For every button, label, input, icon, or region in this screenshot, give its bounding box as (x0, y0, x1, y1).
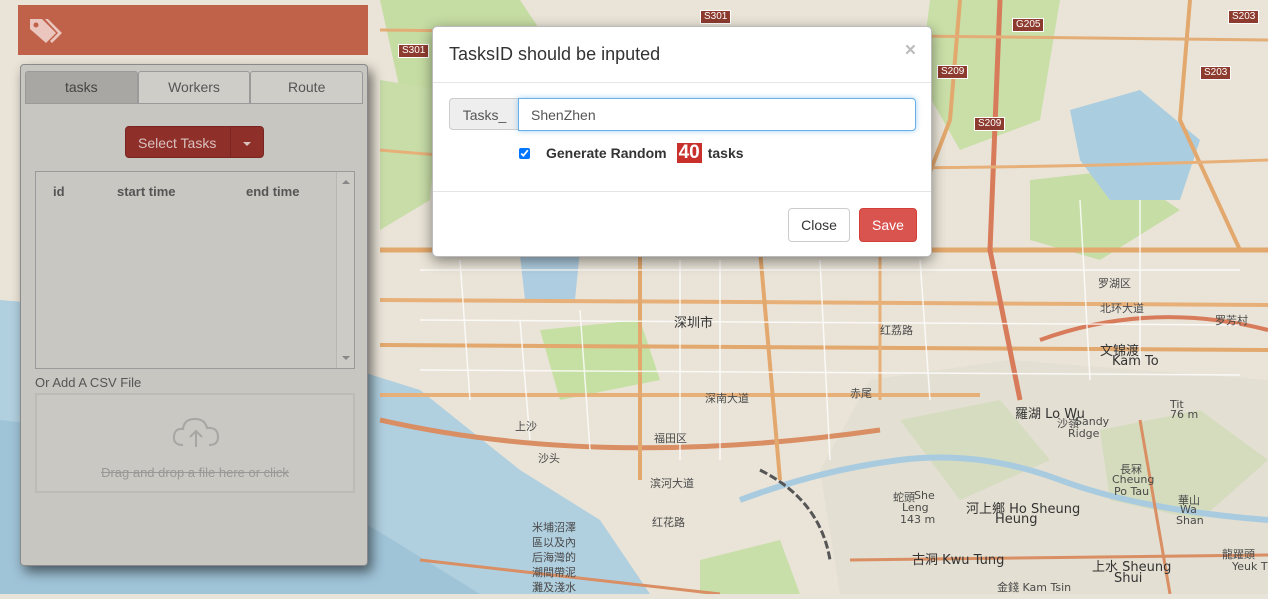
generate-random-label: Generate Random (546, 145, 667, 161)
tasks-prefix-addon: Tasks_ (449, 98, 519, 130)
tasks-id-input[interactable] (518, 98, 916, 131)
modal-footer-divider (433, 191, 931, 192)
generate-random-row: Generate Random 40 tasks (519, 143, 744, 163)
generate-random-checkbox[interactable] (519, 147, 530, 159)
tasks-suffix-label: tasks (707, 145, 744, 161)
tasks-modal: TasksID should be inputed × Tasks_ Gener… (432, 26, 932, 257)
save-button[interactable]: Save (859, 208, 917, 242)
close-button[interactable]: Close (788, 208, 850, 242)
random-count-badge[interactable]: 40 (676, 143, 702, 163)
close-icon[interactable]: × (905, 40, 916, 62)
modal-header-divider (433, 82, 931, 83)
modal-title: TasksID should be inputed (449, 44, 661, 64)
